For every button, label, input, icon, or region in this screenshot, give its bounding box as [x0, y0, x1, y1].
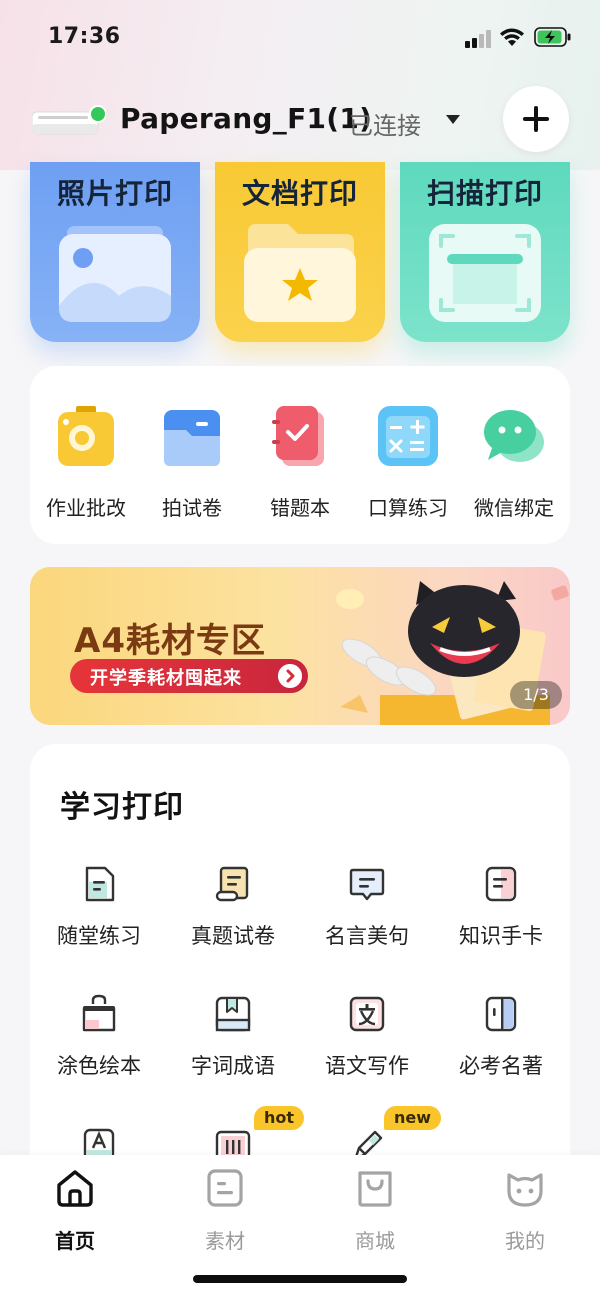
study-label: 语文写作 [325, 1054, 409, 1078]
chevron-right-icon [278, 664, 302, 688]
tool-label: 口算练习 [368, 496, 448, 520]
card-title: 文档打印 [241, 177, 358, 210]
scroll-icon [215, 866, 249, 902]
wen-icon [349, 996, 385, 1032]
study-item-class-practice[interactable]: 随堂练习 [32, 864, 166, 950]
study-item-chinese-writing[interactable]: 语文写作 [300, 994, 434, 1080]
section-title: 学习打印 [60, 790, 184, 825]
study-item-coloring-book[interactable]: 涂色绘本 [32, 994, 166, 1080]
card-title: 照片打印 [56, 177, 173, 210]
tab-mine[interactable]: 我的 [475, 1167, 575, 1254]
scan-print-card[interactable]: 扫描打印 [400, 162, 570, 342]
study-label: 名言美句 [325, 924, 409, 948]
tab-label: 首页 [55, 1229, 95, 1253]
tool-homework-check[interactable]: 作业批改 [32, 404, 140, 521]
tab-home[interactable]: 首页 [25, 1167, 125, 1254]
paint-bucket-icon [82, 994, 116, 1032]
card-icon [485, 866, 517, 902]
practice-icon [85, 866, 115, 902]
study-label: 字词成语 [191, 1054, 275, 1078]
material-icon [207, 1169, 243, 1207]
classic-book-icon [485, 996, 517, 1032]
tab-label: 我的 [505, 1229, 545, 1253]
calculator-icon [378, 406, 438, 466]
tools-panel: 作业批改 拍试卷 错题本 口算练习 微信绑定 [30, 366, 570, 544]
promo-banner[interactable]: A4耗材专区 开学季耗材囤起来 1/3 [30, 567, 570, 725]
device-status: 已连接 [349, 112, 421, 140]
tool-wechat-bind[interactable]: 微信绑定 [460, 404, 568, 521]
photo-print-card[interactable]: 照片打印 [30, 162, 200, 342]
wifi-icon [500, 28, 524, 46]
tool-label: 作业批改 [46, 496, 126, 520]
study-item-classic-books[interactable]: 必考名著 [434, 994, 568, 1080]
cellular-signal-icon [465, 28, 493, 48]
add-device-button[interactable] [503, 86, 569, 152]
tab-shop[interactable]: 商城 [325, 1167, 425, 1254]
study-item-past-papers[interactable]: 真题试卷 [166, 864, 300, 950]
homework-icon [58, 406, 114, 466]
study-label: 真题试卷 [191, 924, 275, 948]
study-label: 知识手卡 [459, 924, 543, 948]
banner-page-indicator: 1/3 [510, 681, 562, 709]
banner-title: A4耗材专区 [74, 621, 266, 661]
quote-bubble-icon [349, 868, 385, 901]
plus-icon [523, 106, 549, 132]
device-name[interactable]: Paperang_F1(1) [120, 102, 372, 135]
study-item-words-idioms[interactable]: 字词成语 [166, 994, 300, 1080]
banner-cta-button[interactable]: 开学季耗材囤起来 [70, 659, 308, 693]
wechat-icon [484, 410, 544, 462]
study-label: 必考名著 [459, 1054, 543, 1078]
study-label: 涂色绘本 [57, 1054, 141, 1078]
book-icon [215, 996, 251, 1032]
tool-photo-exam[interactable]: 拍试卷 [138, 404, 246, 521]
home-icon [57, 1170, 93, 1207]
exam-folder-icon [164, 410, 220, 466]
status-bar: 17:36 [0, 0, 600, 76]
tool-label: 拍试卷 [162, 496, 222, 520]
card-title: 扫描打印 [426, 177, 543, 210]
device-bar: Paperang_F1(1) 已连接 [0, 84, 600, 156]
cat-face-icon [507, 1173, 543, 1207]
tab-label: 素材 [205, 1229, 245, 1253]
study-item-quotes[interactable]: 名言美句 [300, 864, 434, 950]
study-item-knowledge-cards[interactable]: 知识手卡 [434, 864, 568, 950]
tool-label: 微信绑定 [474, 496, 554, 520]
new-badge: new [384, 1106, 442, 1130]
tab-materials[interactable]: 素材 [175, 1167, 275, 1254]
chevron-down-icon[interactable] [444, 112, 462, 126]
tab-label: 商城 [355, 1229, 395, 1253]
tool-mistake-book[interactable]: 错题本 [246, 404, 354, 521]
shop-bag-icon [358, 1171, 392, 1207]
tool-label: 错题本 [270, 496, 330, 520]
banner-subtitle: 开学季耗材囤起来 [90, 668, 242, 689]
study-print-section: 学习打印 随堂练习 真题试卷 名言美句 知识手卡 涂色绘本 字词成语 语文写作 … [30, 744, 570, 1184]
folder-star-icon [244, 224, 356, 322]
battery-charging-icon [534, 27, 571, 47]
printer-icon[interactable] [32, 102, 106, 136]
hot-badge: hot [254, 1106, 305, 1130]
home-indicator[interactable] [193, 1275, 407, 1283]
document-print-card[interactable]: 文档打印 [215, 162, 385, 342]
tool-mental-math[interactable]: 口算练习 [354, 404, 462, 521]
mistake-book-icon [272, 406, 324, 466]
study-label: 随堂练习 [57, 924, 141, 948]
photo-icon [59, 226, 171, 322]
scan-icon [429, 224, 541, 322]
status-time: 17:36 [48, 24, 121, 49]
